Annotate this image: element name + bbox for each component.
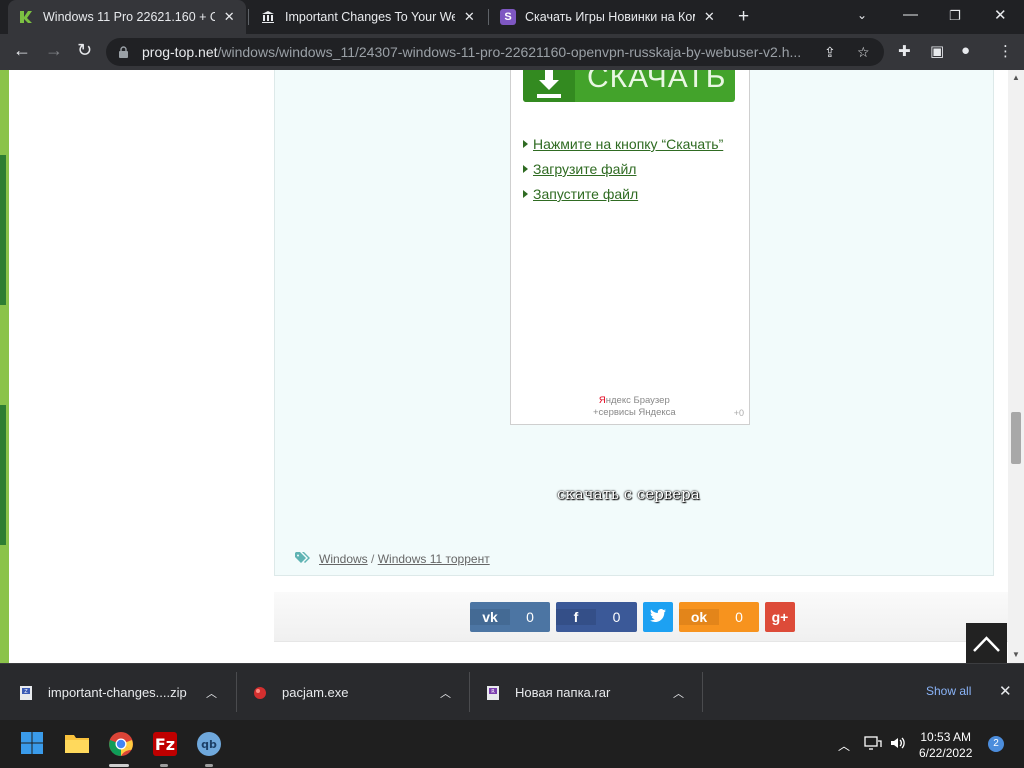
download-button[interactable]: СКАЧАТЬ <box>523 70 735 102</box>
scroll-down-arrow-icon[interactable]: ▼ <box>1012 650 1020 659</box>
svg-text:qb: qb <box>201 738 217 751</box>
close-tab-icon[interactable]: ✕ <box>703 9 716 25</box>
tab-windows-11[interactable]: Windows 11 Pro 22621.160 + OpenVPN ✕ <box>8 0 246 34</box>
notification-badge[interactable]: 2 <box>988 736 1004 752</box>
close-shelf-icon[interactable]: ✕ <box>999 682 1012 700</box>
chrome-running-indicator <box>109 764 129 767</box>
scroll-to-top-button[interactable] <box>966 623 1007 663</box>
windows-taskbar: Fz qb ︿ 10:53 AM 6/22/2022 2 <box>0 720 1024 768</box>
share-facebook-button[interactable]: f 0 <box>556 602 637 632</box>
tab-divider <box>248 9 249 25</box>
tab-games[interactable]: S Скачать Игры Новинки на Компьютер ✕ <box>490 0 726 34</box>
facebook-icon: f <box>556 609 596 625</box>
chrome-icon[interactable] <box>108 731 134 757</box>
share-twitter-button[interactable] <box>643 602 673 632</box>
minimize-icon[interactable]: — <box>903 6 918 23</box>
show-all-downloads-link[interactable]: Show all <box>926 684 971 698</box>
scroll-up-arrow-icon[interactable]: ▲ <box>1012 73 1020 82</box>
bank-favicon-icon <box>260 9 276 25</box>
profile-icon[interactable]: ● <box>961 42 970 59</box>
side-panel-icon[interactable]: ▣ <box>930 42 944 60</box>
browser-toolbar: ← → ↻ prog-top.net/windows/windows_11/24… <box>0 34 1024 70</box>
tab-search-icon[interactable]: ⌄ <box>857 8 867 22</box>
system-clock[interactable]: 10:53 AM 6/22/2022 <box>919 729 972 761</box>
file-explorer-icon[interactable] <box>64 731 90 757</box>
forward-icon[interactable]: → <box>45 40 63 61</box>
chevron-up-icon[interactable]: ︿ <box>673 685 684 701</box>
chevron-up-icon <box>973 636 1000 652</box>
rar-file-icon: R <box>485 685 501 701</box>
shelf-divider <box>236 672 237 712</box>
chevron-up-icon[interactable]: ︿ <box>206 685 217 701</box>
share-vk-button[interactable]: vk 0 <box>470 602 550 632</box>
zip-file-icon: Z <box>18 685 34 701</box>
tag-link-windows[interactable]: Windows <box>319 552 368 566</box>
download-widget: СКАЧАТЬ Нажмите на кнопку “Скачать” Загр… <box>510 70 750 425</box>
svg-text:Fz: Fz <box>155 735 175 754</box>
network-icon[interactable] <box>864 735 882 754</box>
odnoklassniki-icon: ok <box>679 609 719 625</box>
qbittorrent-icon[interactable]: qb <box>196 731 222 757</box>
svg-text:Z: Z <box>24 689 28 695</box>
close-tab-icon[interactable]: ✕ <box>223 9 236 25</box>
download-item[interactable]: R Новая папка.rar ︿ <box>485 664 702 721</box>
tab-strip: Windows 11 Pro 22621.160 + OpenVPN ✕ Imp… <box>0 0 1024 34</box>
filezilla-icon[interactable]: Fz <box>152 731 178 757</box>
extensions-puzzle-icon[interactable]: ✚ <box>898 42 911 60</box>
shelf-divider <box>702 672 703 712</box>
tab-divider <box>488 9 489 25</box>
filezilla-running-indicator <box>160 764 168 767</box>
scrollbar-thumb[interactable] <box>1011 412 1021 464</box>
tab-wells-fargo[interactable]: Important Changes To Your Wells Fargo ✕ <box>250 0 486 34</box>
page-scrollbar[interactable]: ▲ ▼ <box>1008 70 1024 663</box>
step-item[interactable]: Загрузите файл <box>523 161 723 186</box>
share-gplus-button[interactable]: g+ <box>765 602 795 632</box>
download-shelf: Z important-changes....zip ︿ pacjam.exe … <box>0 663 1024 720</box>
reload-icon[interactable]: ↻ <box>77 40 92 61</box>
address-bar[interactable]: prog-top.net/windows/windows_11/24307-wi… <box>106 38 884 66</box>
close-tab-icon[interactable]: ✕ <box>463 9 476 25</box>
s-favicon-icon: S <box>500 9 516 25</box>
close-window-icon[interactable]: ✕ <box>994 6 1007 24</box>
download-arrow-icon <box>523 70 575 102</box>
windows-start-icon[interactable] <box>20 731 46 757</box>
web-page: СКАЧАТЬ Нажмите на кнопку “Скачать” Загр… <box>0 70 1008 663</box>
twitter-bird-icon <box>643 608 673 625</box>
shelf-divider <box>469 672 470 712</box>
yandex-plus-label: +0 <box>733 408 744 418</box>
chevron-up-icon[interactable]: ︿ <box>440 685 451 701</box>
step-item[interactable]: Нажмите на кнопку “Скачать” <box>523 136 723 161</box>
google-plus-icon: g+ <box>771 609 789 625</box>
exe-file-icon <box>252 685 268 701</box>
qbittorrent-running-indicator <box>205 764 213 767</box>
yandex-browser-promo[interactable]: Яндекс Браузер +сервисы Яндекса <box>593 395 676 419</box>
tag-link-windows-11[interactable]: Windows 11 торрент <box>378 552 490 566</box>
download-item[interactable]: Z important-changes....zip ︿ <box>18 664 236 721</box>
left-decor-stripe <box>0 70 9 663</box>
step-item[interactable]: Запустите файл <box>523 186 723 211</box>
bookmark-star-icon[interactable]: ☆ <box>857 44 870 61</box>
share-odnoklassniki-button[interactable]: ok 0 <box>679 602 759 632</box>
lock-icon <box>119 45 128 58</box>
svg-text:R: R <box>491 689 495 695</box>
url-text[interactable]: prog-top.net/windows/windows_11/24307-wi… <box>142 44 822 60</box>
site-favicon-icon <box>18 9 34 25</box>
back-icon[interactable]: ← <box>13 40 31 61</box>
download-item[interactable]: pacjam.exe ︿ <box>252 664 469 721</box>
new-tab-button[interactable]: + <box>738 6 749 28</box>
vk-icon: vk <box>470 609 510 625</box>
show-hidden-icons-chevron-icon[interactable]: ︿ <box>838 737 850 754</box>
menu-kebab-icon[interactable]: ⋮ <box>998 42 1013 60</box>
server-download-link[interactable]: скачать с сервера <box>557 485 700 503</box>
share-icon[interactable]: ⇪ <box>824 44 836 61</box>
download-steps: Нажмите на кнопку “Скачать” Загрузите фа… <box>523 136 723 211</box>
tags-icon <box>295 552 311 564</box>
share-bar: vk 0 f 0 ok 0 g+ <box>274 592 1008 642</box>
volume-icon[interactable] <box>889 735 907 754</box>
tags-row: Windows / Windows 11 торрент <box>295 552 490 566</box>
restore-icon[interactable]: ❐ <box>949 8 961 24</box>
article-content: СКАЧАТЬ Нажмите на кнопку “Скачать” Загр… <box>274 70 994 576</box>
